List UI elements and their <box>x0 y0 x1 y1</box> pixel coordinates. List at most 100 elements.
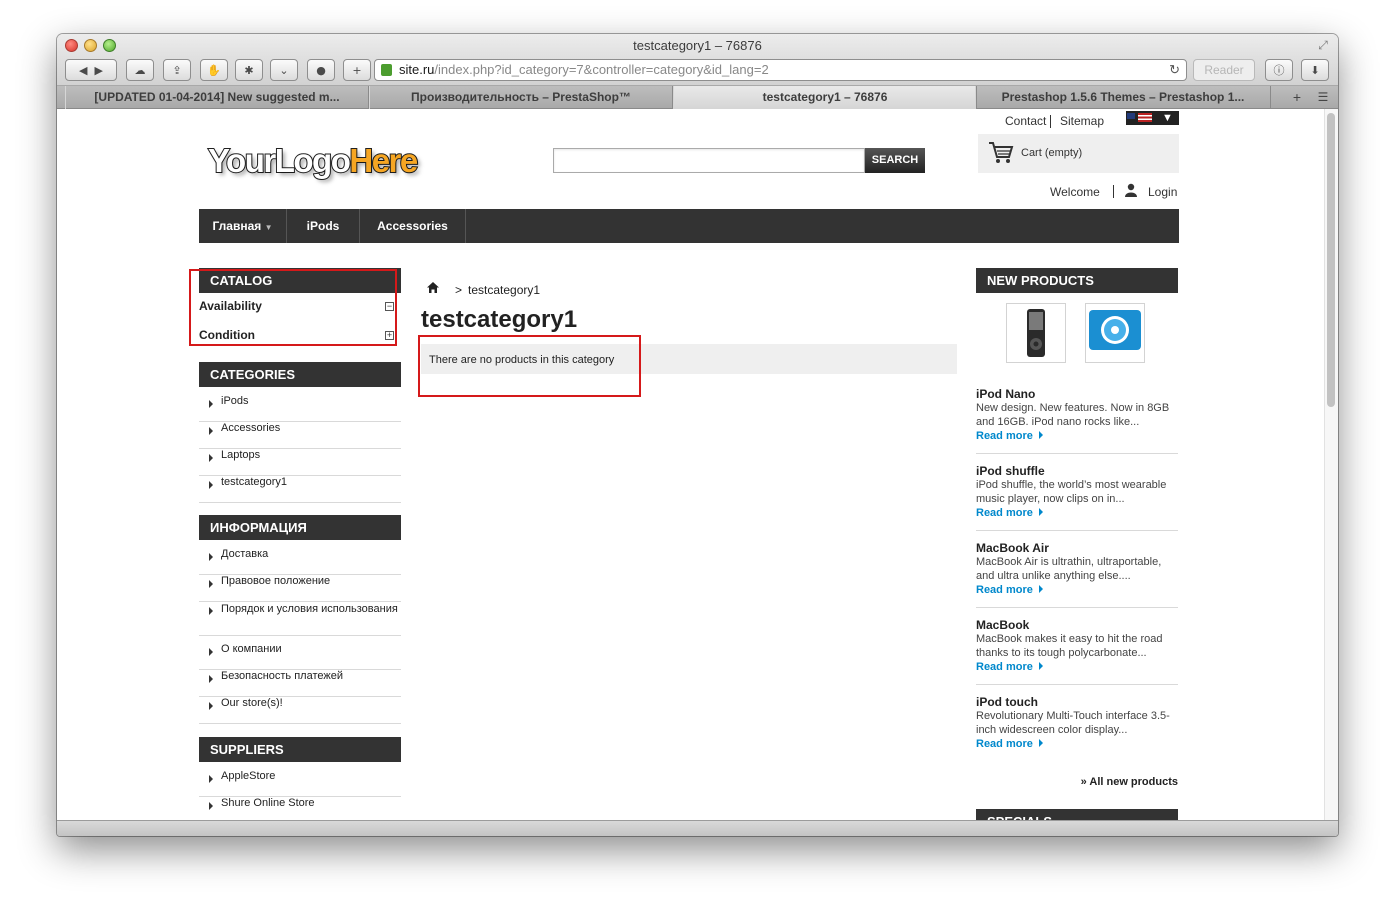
highlight-frame-notice <box>418 335 641 397</box>
category-accessories[interactable]: Accessories <box>199 422 401 449</box>
category-laptops[interactable]: Laptops <box>199 449 401 476</box>
info-delivery[interactable]: Доставка <box>199 548 401 575</box>
url-host: site.ru <box>399 62 435 77</box>
add-bookmark-button[interactable]: + <box>343 59 371 81</box>
product-desc-ipod-shuffle: iPod shuffle, the world’s most wearable … <box>976 479 1167 505</box>
reload-icon[interactable]: ↻ <box>1169 60 1180 80</box>
browser-window: testcategory1 – 76876 ⤢ ◀ ▶ ☁ ⇪ ✋ ✱ ⌄ ● … <box>57 34 1338 836</box>
cart-icon <box>989 142 1014 163</box>
privacy-button[interactable]: ✋ <box>200 59 228 81</box>
info-icon: ⓘ <box>1273 64 1285 77</box>
info-terms[interactable]: Порядок и условия использования <box>199 602 401 636</box>
product-name-macbook-air[interactable]: MacBook Air <box>976 541 1049 555</box>
product-desc-macbook: MacBook makes it easy to hit the road th… <box>976 633 1163 659</box>
divider <box>976 530 1178 531</box>
language-selector[interactable]: ▼ <box>1126 111 1179 125</box>
privacy-icon: ✋ <box>207 63 221 77</box>
read-more-macbook-air[interactable]: Read more <box>976 584 1043 596</box>
cart-box[interactable]: Cart (empty) <box>978 134 1179 173</box>
product-desc-ipod-touch: Revolutionary Multi-Touch interface 3.5-… <box>976 710 1170 736</box>
site-logo[interactable]: YourLogoHere <box>207 141 419 180</box>
welcome-text: Welcome <box>1050 185 1100 199</box>
new-tab-icon[interactable]: + <box>1286 86 1308 109</box>
scrollbar-thumb[interactable] <box>1327 113 1335 407</box>
page-title: testcategory1 <box>421 306 578 333</box>
category-ipods[interactable]: iPods <box>199 395 401 422</box>
record-button[interactable]: ● <box>307 59 335 81</box>
all-new-products-link[interactable]: » All new products <box>976 776 1178 788</box>
product-name-ipod-shuffle[interactable]: iPod shuffle <box>976 464 1045 478</box>
info-button[interactable]: ⓘ <box>1265 59 1293 81</box>
address-bar[interactable]: site.ru/index.php?id_category=7&controll… <box>374 59 1187 81</box>
divider <box>976 684 1178 685</box>
read-more-ipod-touch[interactable]: Read more <box>976 738 1043 750</box>
supplier-shure[interactable]: Shure Online Store <box>199 797 401 820</box>
breadcrumb-current: testcategory1 <box>468 283 541 297</box>
contact-link[interactable]: Contact <box>1005 114 1046 128</box>
login-divider <box>1113 185 1114 198</box>
pocket-button[interactable]: ⌄ <box>270 59 298 81</box>
header-divider <box>1050 115 1051 128</box>
suppliers-title: SUPPLIERS <box>199 737 401 762</box>
tab-themes[interactable]: Prestashop 1.5.6 Themes – Prestashop 1..… <box>975 86 1271 109</box>
extension-icon: ✱ <box>244 63 254 77</box>
add-tab-icon: + <box>352 63 362 77</box>
extension-button[interactable]: ✱ <box>235 59 263 81</box>
search-button[interactable]: SEARCH <box>865 148 925 173</box>
product-desc-ipod-nano: New design. New features. Now in 8GB and… <box>976 402 1170 428</box>
menu-item-ipods[interactable]: iPods <box>287 209 360 243</box>
info-legal[interactable]: Правовое положение <box>199 575 401 602</box>
product-name-ipod-nano[interactable]: iPod Nano <box>976 387 1035 401</box>
info-secure-payment[interactable]: Безопасность платежей <box>199 670 401 697</box>
product-thumb-ipod-nano[interactable] <box>1006 303 1066 363</box>
specials-title: SPECIALS <box>976 809 1178 820</box>
new-products-title: NEW PRODUCTS <box>976 268 1178 293</box>
product-thumb-ipod-shuffle[interactable] <box>1085 303 1145 363</box>
flag-icon <box>1138 113 1152 122</box>
tab-bar: [UPDATED 01-04-2014] New suggested m... … <box>57 86 1338 109</box>
highlight-frame-catalog <box>189 269 397 346</box>
home-icon[interactable] <box>427 282 439 293</box>
login-link[interactable]: Login <box>1148 185 1177 199</box>
forward-icon[interactable]: ▶ <box>95 64 103 77</box>
cart-summary[interactable]: Cart (empty) <box>1021 147 1082 159</box>
reader-button[interactable]: Reader <box>1193 59 1255 81</box>
ipod-nano-image <box>1027 309 1045 357</box>
tab-suggested[interactable]: [UPDATED 01-04-2014] New suggested m... <box>65 86 369 109</box>
share-button[interactable]: ⇪ <box>163 59 191 81</box>
dropdown-arrow-icon: ▼ <box>1162 112 1173 124</box>
divider <box>976 453 1178 454</box>
product-name-ipod-touch[interactable]: iPod touch <box>976 695 1038 709</box>
sitemap-link[interactable]: Sitemap <box>1060 114 1104 128</box>
ipod-shuffle-image <box>1089 310 1141 350</box>
download-button[interactable]: ⬇ <box>1301 59 1329 81</box>
back-forward-button[interactable]: ◀ ▶ <box>65 59 117 81</box>
title-bar: testcategory1 – 76876 ⤢ ◀ ▶ ☁ ⇪ ✋ ✱ ⌄ ● … <box>57 34 1338 86</box>
product-desc-macbook-air: MacBook Air is ultrathin, ultraportable,… <box>976 556 1162 582</box>
menu-item-home[interactable]: Главная ▼ <box>199 209 287 243</box>
product-name-macbook[interactable]: MacBook <box>976 618 1029 632</box>
icloud-icon: ☁ <box>134 63 146 77</box>
icloud-button[interactable]: ☁ <box>126 59 154 81</box>
category-testcategory1[interactable]: testcategory1 <box>199 476 401 503</box>
tab-performance[interactable]: Производительность – PrestaShop™ <box>369 86 673 109</box>
window-bottom-bar <box>57 820 1338 836</box>
chevron-down-icon: ▼ <box>264 223 273 232</box>
info-about[interactable]: О компании <box>199 643 401 670</box>
read-more-macbook[interactable]: Read more <box>976 661 1043 673</box>
read-more-ipod-nano[interactable]: Read more <box>976 430 1043 442</box>
supplier-applestore[interactable]: AppleStore <box>199 770 401 797</box>
fullscreen-icon[interactable]: ⤢ <box>1316 38 1330 52</box>
search-input[interactable] <box>553 148 865 173</box>
read-more-ipod-shuffle[interactable]: Read more <box>976 507 1043 519</box>
vertical-scrollbar[interactable] <box>1324 109 1338 820</box>
info-stores[interactable]: Our store(s)! <box>199 697 401 724</box>
tab-overview-icon[interactable]: ☰ <box>1312 86 1334 109</box>
url-path: /index.php?id_category=7&controller=cate… <box>434 62 769 77</box>
menu-item-accessories[interactable]: Accessories <box>360 209 466 243</box>
record-icon: ● <box>316 63 326 77</box>
tab-testcategory[interactable]: testcategory1 – 76876 <box>673 86 977 109</box>
download-icon: ⬇ <box>1310 63 1320 77</box>
back-icon[interactable]: ◀ <box>79 64 87 77</box>
main-menu: Главная ▼ iPods Accessories <box>199 209 1179 243</box>
